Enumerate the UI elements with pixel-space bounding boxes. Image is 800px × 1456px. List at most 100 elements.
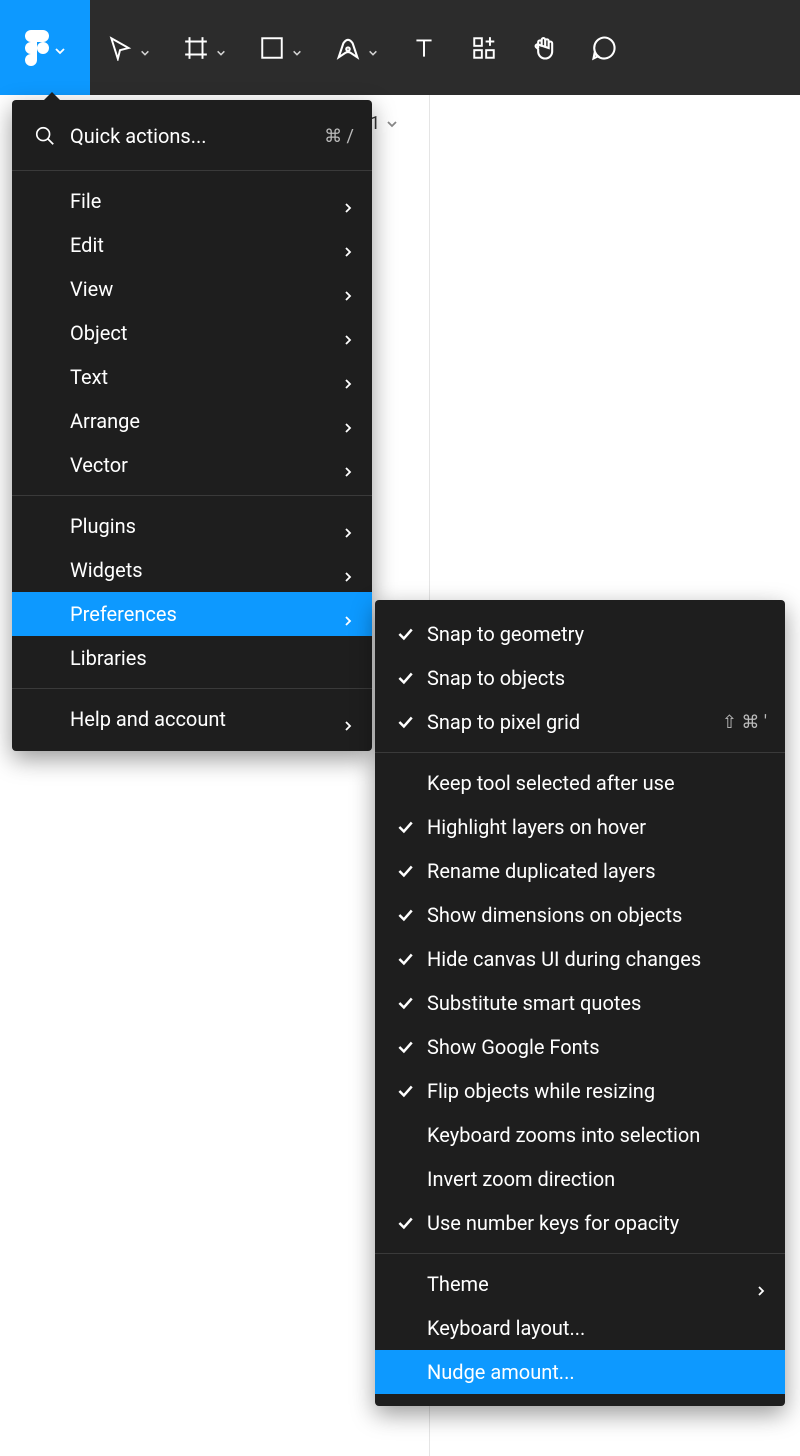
pref-item-flip-objects-while-resizing[interactable]: Flip objects while resizing xyxy=(375,1069,785,1113)
pref-item-show-google-fonts[interactable]: Show Google Fonts xyxy=(375,1025,785,1069)
pref-item-hide-canvas-ui-during-changes[interactable]: Hide canvas UI during changes xyxy=(375,937,785,981)
hand-icon xyxy=(530,34,558,62)
pref-item-invert-zoom-direction[interactable]: Invert zoom direction xyxy=(375,1157,785,1201)
menu-divider xyxy=(12,170,372,171)
chevron-right-icon xyxy=(342,239,354,251)
check-icon xyxy=(393,669,417,687)
search-icon xyxy=(34,125,56,147)
comment-icon xyxy=(590,34,618,62)
menu-item-label: View xyxy=(38,277,342,301)
menu-item-plugins[interactable]: Plugins xyxy=(12,504,372,548)
top-toolbar xyxy=(0,0,800,95)
menu-item-vector[interactable]: Vector xyxy=(12,443,372,487)
check-icon xyxy=(393,1214,417,1232)
menu-item-label: Libraries xyxy=(38,646,354,670)
menu-divider xyxy=(375,752,785,753)
pen-tool[interactable] xyxy=(318,34,394,62)
pref-item-label: Snap to objects xyxy=(417,666,767,690)
pref-item-keyboard-layout[interactable]: Keyboard layout... xyxy=(375,1306,785,1350)
quick-actions-shortcut: ⌘ / xyxy=(324,126,354,147)
menu-pointer xyxy=(42,92,62,102)
chevron-right-icon xyxy=(342,459,354,471)
pref-item-rename-duplicated-layers[interactable]: Rename duplicated layers xyxy=(375,849,785,893)
frame-icon xyxy=(182,34,210,62)
pref-item-theme[interactable]: Theme xyxy=(375,1262,785,1306)
pref-item-label: Theme xyxy=(417,1272,755,1296)
pref-item-label: Keyboard zooms into selection xyxy=(417,1123,767,1147)
pref-item-keep-tool-selected-after-use[interactable]: Keep tool selected after use xyxy=(375,761,785,805)
check-icon xyxy=(393,950,417,968)
menu-item-edit[interactable]: Edit xyxy=(12,223,372,267)
menu-item-object[interactable]: Object xyxy=(12,311,372,355)
resources-tool[interactable] xyxy=(454,34,514,62)
pref-item-show-dimensions-on-objects[interactable]: Show dimensions on objects xyxy=(375,893,785,937)
check-icon xyxy=(393,1038,417,1056)
pref-item-keyboard-zooms-into-selection[interactable]: Keyboard zooms into selection xyxy=(375,1113,785,1157)
chevron-right-icon xyxy=(342,371,354,383)
menu-item-label: Text xyxy=(38,365,342,389)
pref-item-use-number-keys-for-opacity[interactable]: Use number keys for opacity xyxy=(375,1201,785,1245)
check-icon xyxy=(393,818,417,836)
menu-item-preferences[interactable]: Preferences xyxy=(12,592,372,636)
pref-item-label: Use number keys for opacity xyxy=(417,1211,767,1235)
pref-item-label: Keyboard layout... xyxy=(417,1316,767,1340)
menu-divider xyxy=(12,495,372,496)
chevron-right-icon xyxy=(755,1278,767,1290)
menu-item-arrange[interactable]: Arrange xyxy=(12,399,372,443)
pref-item-label: Invert zoom direction xyxy=(417,1167,767,1191)
check-icon xyxy=(393,625,417,643)
pref-item-label: Hide canvas UI during changes xyxy=(417,947,767,971)
comment-tool[interactable] xyxy=(574,34,634,62)
check-icon xyxy=(393,1082,417,1100)
menu-item-label: Preferences xyxy=(38,602,342,626)
pref-item-label: Highlight layers on hover xyxy=(417,815,767,839)
hand-tool[interactable] xyxy=(514,34,574,62)
preferences-submenu: Snap to geometry Snap to objects Snap to p… xyxy=(375,600,785,1406)
text-icon xyxy=(410,34,438,62)
menu-item-label: Arrange xyxy=(38,409,342,433)
pref-item-shortcut: ⇧ ⌘ ' xyxy=(722,712,767,733)
move-icon xyxy=(106,34,134,62)
menu-item-widgets[interactable]: Widgets xyxy=(12,548,372,592)
pref-item-label: Keep tool selected after use xyxy=(417,771,767,795)
chevron-right-icon xyxy=(342,327,354,339)
pref-item-substitute-smart-quotes[interactable]: Substitute smart quotes xyxy=(375,981,785,1025)
chevron-down-icon xyxy=(368,43,378,53)
pref-item-label: Rename duplicated layers xyxy=(417,859,767,883)
chevron-down-icon xyxy=(140,43,150,53)
frame-tool[interactable] xyxy=(166,34,242,62)
text-tool[interactable] xyxy=(394,34,454,62)
chevron-right-icon xyxy=(342,564,354,576)
menu-item-text[interactable]: Text xyxy=(12,355,372,399)
page-selector[interactable]: 1 xyxy=(370,113,398,134)
check-icon xyxy=(393,994,417,1012)
menu-item-view[interactable]: View xyxy=(12,267,372,311)
menu-item-label: File xyxy=(38,189,342,213)
menu-item-label: Object xyxy=(38,321,342,345)
pref-item-label: Nudge amount... xyxy=(417,1360,767,1384)
pref-item-label: Flip objects while resizing xyxy=(417,1079,767,1103)
main-menu: Quick actions... ⌘ / File Edit View Object T… xyxy=(12,100,372,751)
menu-item-libraries[interactable]: Libraries xyxy=(12,636,372,680)
menu-quick-actions[interactable]: Quick actions... ⌘ / xyxy=(12,110,372,162)
pen-icon xyxy=(334,34,362,62)
figma-menu-button[interactable] xyxy=(0,0,90,95)
pref-item-snap-to-objects[interactable]: Snap to objects xyxy=(375,656,785,700)
pref-item-highlight-layers-on-hover[interactable]: Highlight layers on hover xyxy=(375,805,785,849)
pref-item-snap-to-pixel-grid[interactable]: Snap to pixel grid⇧ ⌘ ' xyxy=(375,700,785,744)
menu-item-file[interactable]: File xyxy=(12,179,372,223)
chevron-right-icon xyxy=(342,608,354,620)
pref-item-nudge-amount[interactable]: Nudge amount... xyxy=(375,1350,785,1394)
menu-divider xyxy=(12,688,372,689)
shape-tool[interactable] xyxy=(242,34,318,62)
chevron-right-icon xyxy=(342,713,354,725)
menu-item-label: Widgets xyxy=(38,558,342,582)
chevron-down-icon xyxy=(292,43,302,53)
menu-item-help-and-account[interactable]: Help and account xyxy=(12,697,372,741)
chevron-right-icon xyxy=(342,283,354,295)
move-tool[interactable] xyxy=(90,34,166,62)
pref-item-snap-to-geometry[interactable]: Snap to geometry xyxy=(375,612,785,656)
menu-item-label: Edit xyxy=(38,233,342,257)
pref-item-label: Show Google Fonts xyxy=(417,1035,767,1059)
rectangle-icon xyxy=(258,34,286,62)
